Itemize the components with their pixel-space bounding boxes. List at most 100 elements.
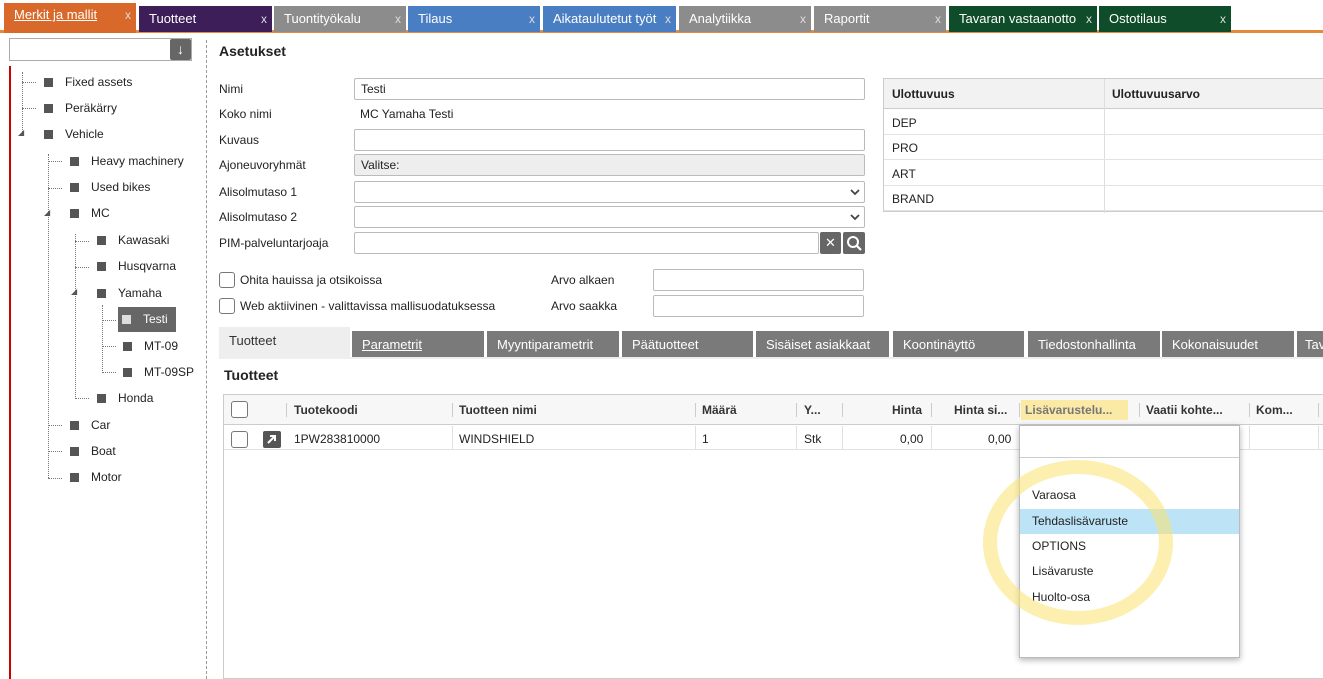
tab-purchase-order[interactable]: Ostotilaus x — [1099, 6, 1231, 32]
tree-connector — [75, 398, 89, 399]
tree-node-mt-09sp[interactable]: MT-09SP — [123, 362, 194, 382]
folder-icon — [123, 368, 132, 377]
subtab-more[interactable]: Tav — [1297, 331, 1323, 357]
skip-search-checkbox[interactable] — [219, 272, 235, 288]
tree-node-testi[interactable]: Testi — [118, 307, 176, 332]
column-divider — [1318, 403, 1319, 417]
tab-analytics[interactable]: Analytiikka x — [679, 6, 811, 32]
tree-node-label: Fixed assets — [65, 75, 133, 89]
subnode-level1-select[interactable] — [354, 181, 865, 203]
dropdown-option-options[interactable]: OPTIONS — [1020, 534, 1239, 559]
row-qty: 1 — [702, 432, 709, 446]
dropdown-filter-input[interactable] — [1020, 426, 1239, 458]
expanded-icon[interactable]: ◢ — [18, 128, 24, 137]
panel-divider[interactable] — [206, 40, 207, 679]
dropdown-option-spare-part[interactable]: Varaosa — [1020, 483, 1239, 508]
close-icon[interactable]: x — [529, 6, 535, 32]
dropdown-option-service-part[interactable]: Huolto-osa — [1020, 585, 1239, 610]
dimension-value-column-header[interactable]: Ulottuvuusarvo — [1112, 87, 1200, 101]
subtab-entities[interactable]: Kokonaisuudet — [1162, 331, 1294, 357]
cell-divider — [1318, 426, 1319, 450]
web-active-checkbox[interactable] — [219, 298, 235, 314]
subtab-parameters[interactable]: Parametrit — [352, 331, 484, 357]
dropdown-option-accessory[interactable]: Lisävaruste — [1020, 559, 1239, 584]
subtab-sales-parameters[interactable]: Myyntiparametrit — [487, 331, 619, 357]
clear-button[interactable]: ✕ — [820, 232, 841, 254]
close-icon[interactable]: x — [935, 6, 941, 32]
tree-node-fixed-assets[interactable]: Fixed assets — [44, 72, 132, 92]
close-icon[interactable]: x — [800, 6, 806, 32]
tree-node-label: MT-09SP — [144, 365, 195, 379]
tab-products[interactable]: Tuotteet x — [139, 6, 272, 32]
dimension-row-dep[interactable]: DEP — [892, 116, 917, 130]
tree-node-used-bikes[interactable]: Used bikes — [70, 177, 150, 197]
select-all-checkbox[interactable] — [231, 401, 248, 418]
close-icon[interactable]: x — [125, 3, 131, 27]
tree-node-label: Boat — [91, 444, 116, 458]
dimension-row-art[interactable]: ART — [892, 167, 916, 181]
pim-provider-field[interactable] — [354, 232, 819, 254]
tab-label: Tuontityökalu — [284, 11, 361, 26]
dimension-column-header[interactable]: Ulottuvuus — [892, 87, 955, 101]
tab-scheduled-jobs[interactable]: Aikataulutetut työt x — [543, 6, 676, 32]
search-button[interactable] — [843, 232, 865, 254]
close-icon[interactable]: x — [395, 6, 401, 32]
tree-node-heavy-machinery[interactable]: Heavy machinery — [70, 151, 184, 171]
subtab-main-products[interactable]: Päätuotteet — [622, 331, 753, 357]
expanded-icon[interactable]: ◢ — [71, 287, 77, 296]
tree-search-input[interactable] — [9, 38, 192, 61]
tree-node-kawasaki[interactable]: Kawasaki — [97, 230, 169, 250]
name-field[interactable]: Testi — [354, 78, 865, 100]
tab-reports[interactable]: Raportit x — [814, 6, 946, 32]
tree-node-car[interactable]: Car — [70, 415, 110, 435]
tree-connector — [22, 108, 36, 109]
subtab-dashboard[interactable]: Koontinäyttö — [893, 331, 1024, 357]
folder-icon — [70, 183, 79, 192]
tree-node-label: Heavy machinery — [91, 154, 184, 168]
tree-node-husqvarna[interactable]: Husqvarna — [97, 256, 176, 276]
tab-import-tool[interactable]: Tuontityökalu x — [274, 6, 406, 32]
subnode-level2-select[interactable] — [354, 206, 865, 228]
column-header-comment[interactable]: Kom... — [1256, 403, 1293, 417]
tree-node-boat[interactable]: Boat — [70, 441, 116, 461]
tab-label: Raportit — [824, 11, 870, 26]
tree-node-honda[interactable]: Honda — [97, 388, 153, 408]
column-header-requires-target[interactable]: Vaatii kohte... — [1146, 403, 1223, 417]
value-to-field[interactable] — [653, 295, 864, 317]
close-icon[interactable]: x — [665, 6, 671, 32]
close-icon[interactable]: x — [261, 6, 267, 32]
subtab-file-management[interactable]: Tiedostonhallinta — [1028, 331, 1160, 357]
tree-node-yamaha[interactable]: Yamaha — [97, 283, 162, 303]
description-field[interactable] — [354, 129, 865, 151]
column-header-code[interactable]: Tuotekoodi — [294, 403, 358, 417]
column-header-qty[interactable]: Määrä — [702, 403, 737, 417]
arrow-down-icon[interactable]: ↓ — [170, 39, 191, 60]
dropdown-option-factory-accessory[interactable]: Tehdaslisävaruste — [1020, 509, 1239, 534]
tree-node-vehicle[interactable]: Vehicle — [44, 124, 104, 144]
tab-order[interactable]: Tilaus x — [408, 6, 540, 32]
tree-node-motor[interactable]: Motor — [70, 467, 122, 487]
tab-goods-receipt[interactable]: Tavaran vastaanotto x — [949, 6, 1097, 32]
close-icon[interactable]: x — [1086, 6, 1092, 32]
tree-node-trailer[interactable]: Peräkärry — [44, 98, 117, 118]
column-header-price[interactable]: Hinta — [892, 403, 922, 417]
dimension-grid: Ulottuvuus Ulottuvuusarvo DEP PRO ART BR… — [883, 78, 1323, 213]
subtab-internal-customers[interactable]: Sisäiset asiakkaat — [756, 331, 889, 357]
value-from-field[interactable] — [653, 269, 864, 291]
close-icon[interactable]: x — [1220, 6, 1226, 32]
column-header-name[interactable]: Tuotteen nimi — [459, 403, 537, 417]
pim-provider-label: PIM-palveluntarjoaja — [219, 236, 329, 250]
open-row-button[interactable] — [263, 431, 281, 448]
column-header-price2[interactable]: Hinta si... — [954, 403, 1007, 417]
row-checkbox[interactable] — [231, 431, 248, 448]
dimension-row-pro[interactable]: PRO — [892, 141, 918, 155]
expanded-icon[interactable]: ◢ — [44, 208, 50, 217]
tab-brands-models[interactable]: Merkit ja mallit x — [4, 3, 136, 33]
folder-icon — [70, 157, 79, 166]
tree-node-mc[interactable]: MC — [70, 203, 110, 223]
tree-node-mt-09[interactable]: MT-09 — [123, 336, 178, 356]
subtab-products[interactable]: Tuotteet — [219, 327, 350, 357]
dimension-row-brand[interactable]: BRAND — [892, 192, 934, 206]
vehicle-groups-select[interactable]: Valitse: — [354, 154, 865, 176]
column-header-unit[interactable]: Y... — [804, 403, 821, 417]
